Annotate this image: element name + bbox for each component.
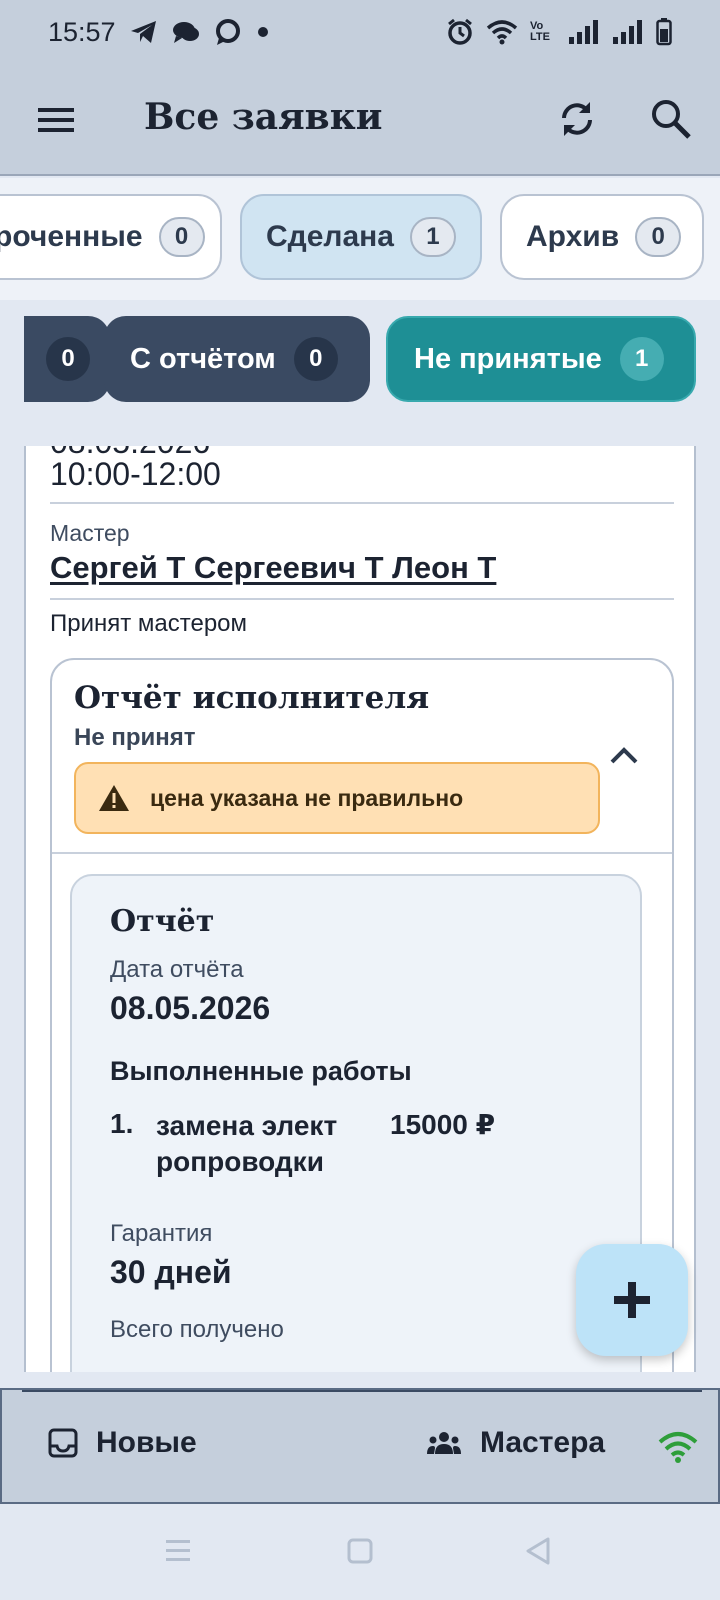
- filter-count-badge: 0: [46, 337, 90, 381]
- divider: [22, 1390, 702, 1392]
- people-icon: [427, 1432, 461, 1454]
- report-details: Отчёт Дата отчёта 08.05.2026 Выполненные…: [70, 874, 642, 1372]
- filter-label: Не принятые: [414, 342, 602, 375]
- nav-item-masters[interactable]: Мастера: [426, 1426, 605, 1460]
- filter-count-badge: 1: [619, 337, 664, 381]
- report-filters: 0 С отчётом 0 Не принятые 1: [24, 308, 696, 404]
- tab-label: Сделана: [266, 220, 394, 253]
- warning-banner: цена указана не правильно: [74, 762, 600, 834]
- warranty-label: Гарантия: [110, 1220, 213, 1247]
- tab-count-badge: 0: [635, 217, 682, 257]
- wifi-icon: [658, 1432, 698, 1463]
- status-time: 15:57: [48, 16, 116, 47]
- search-icon[interactable]: [650, 98, 692, 140]
- plus-icon: [614, 1282, 650, 1318]
- report-title: Отчёт: [110, 904, 215, 939]
- tab-label: роченные: [0, 220, 143, 253]
- work-number: 1.: [110, 1108, 134, 1139]
- bottom-navigation: Новые Мастера: [0, 1388, 720, 1504]
- warning-icon: [99, 785, 129, 811]
- master-label: Мастер: [50, 520, 130, 546]
- warning-text: цена указана не правильно: [150, 784, 464, 811]
- master-name-link[interactable]: Сергей Т Сергеевич Т Леон Т: [50, 550, 496, 586]
- message-icon: [215, 19, 240, 45]
- page-title: Все заявки: [144, 96, 383, 138]
- home-icon[interactable]: [346, 1536, 374, 1566]
- divider: [50, 598, 674, 600]
- divider: [50, 502, 674, 504]
- nav-item-new[interactable]: Новые: [48, 1426, 197, 1460]
- filter-label: С отчётом: [130, 342, 276, 375]
- signal-icon: [569, 20, 598, 44]
- filter-chip-all[interactable]: 0: [24, 316, 110, 402]
- tab-count-badge: 0: [158, 217, 205, 257]
- work-price: 15000 ₽: [390, 1109, 496, 1140]
- filter-chip-not-accepted[interactable]: Не принятые 1: [386, 316, 696, 402]
- refresh-icon[interactable]: [556, 98, 598, 140]
- warranty-value: 30 дней: [110, 1254, 232, 1290]
- back-icon[interactable]: [524, 1536, 552, 1566]
- dot-icon: [257, 27, 268, 37]
- tab-label: Архив: [526, 220, 620, 253]
- tab-done[interactable]: Сделана 1: [240, 194, 482, 280]
- inbox-icon: [48, 1428, 78, 1458]
- tab-count-badge: 1: [409, 217, 456, 257]
- works-title: Выполненные работы: [110, 1056, 412, 1086]
- chevron-up-icon[interactable]: [608, 742, 640, 766]
- work-name: замена элект ропроводки: [156, 1110, 338, 1177]
- filter-count-badge: 0: [293, 337, 338, 381]
- nav-label: Мастера: [480, 1426, 606, 1459]
- report-date-label: Дата отчёта: [110, 956, 244, 983]
- total-received-label: Всего получено: [110, 1316, 284, 1343]
- order-time-range: 10:00-12:00: [50, 456, 221, 492]
- wifi-icon: [486, 20, 518, 45]
- order-card: 08.05.2026 10:00-12:00 Мастер Сергей Т С…: [24, 446, 696, 1372]
- battery-icon: [656, 18, 672, 46]
- divider: [52, 852, 672, 854]
- add-button[interactable]: [576, 1244, 688, 1356]
- report-date: 08.05.2026: [110, 990, 271, 1026]
- status-tabs: роченные 0 Сделана 1 Архив 0: [0, 178, 720, 300]
- report-panel-title: Отчёт исполнителя: [74, 680, 430, 716]
- recents-icon[interactable]: [164, 1536, 192, 1566]
- tab-overdue[interactable]: роченные 0: [0, 194, 222, 280]
- tab-archive[interactable]: Архив 0: [500, 194, 704, 280]
- signal-icon: [613, 20, 642, 44]
- master-status: Принят мастером: [50, 610, 248, 637]
- alarm-icon: [448, 18, 472, 45]
- app-bar: Все заявки: [0, 64, 720, 176]
- status-bar: 15:57 Vo LTE: [0, 0, 720, 64]
- menu-icon[interactable]: [36, 102, 76, 138]
- chat-icon: [172, 22, 199, 43]
- telegram-icon: [130, 21, 156, 43]
- filter-chip-with-report[interactable]: С отчётом 0: [104, 316, 370, 402]
- report-status: Не принят: [74, 724, 196, 751]
- system-navigation: [0, 1506, 720, 1600]
- nav-label: Новые: [96, 1426, 197, 1459]
- volte-icon: Vo LTE: [530, 20, 550, 43]
